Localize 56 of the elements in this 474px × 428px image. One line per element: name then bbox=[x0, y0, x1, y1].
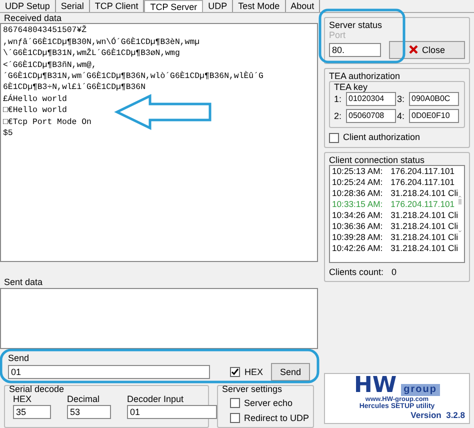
client-authorization-checkbox[interactable] bbox=[329, 132, 339, 143]
sent-data-area[interactable] bbox=[0, 288, 318, 349]
client-row[interactable]: 10:34:26 AM: 31.218.24.101 Cli bbox=[332, 210, 458, 222]
tab[interactable]: UDP Setup bbox=[0, 0, 56, 12]
hex-label: HEX bbox=[244, 366, 263, 378]
checkbox[interactable] bbox=[230, 412, 240, 423]
close-icon bbox=[408, 45, 418, 54]
received-data-area[interactable]: 867648043451507¥Ž ,wnƒâ´G6È1CDµ¶B30N,wn\Ó´G6È1CDµ¶B3èN,wmµ \´G6È1CDµ¶B31N,wmŽL´G6È1CDµ¶B3øN,wmg <´G6È1CDµ¶B3ñN,wm@, ´G6È1CDµ¶B31N,wm´G6È1CDµ¶B36N,wlò´G6È1CDµ¶B36N,wlÈû´G 6È1CDµ¶B3÷N,wl£ì´G6È1CDµ¶B36N £ÁHello world □€Hello world □€Tcp Port Mode On $5 bbox=[0, 23, 318, 262]
port-field[interactable]: 80. bbox=[329, 42, 381, 57]
close-button[interactable]: Close bbox=[389, 40, 465, 59]
client-row[interactable]: 10:25:13 AM: 176.204.117.101 bbox=[332, 166, 458, 178]
key-index: 4: bbox=[397, 111, 405, 122]
option-label: Server echo bbox=[244, 398, 293, 409]
key-field[interactable]: 01020304 bbox=[346, 92, 396, 106]
tea-authorization-label: TEA authorization bbox=[329, 70, 402, 82]
send-field[interactable]: 01 bbox=[8, 364, 210, 379]
client-row[interactable]: 10:39:28 AM: 31.218.24.101 Cli bbox=[332, 232, 458, 244]
client-list[interactable] bbox=[329, 165, 465, 264]
send-button[interactable]: Send bbox=[270, 362, 310, 381]
client-row[interactable]: 10:25:24 AM: 176.204.117.101 bbox=[332, 177, 458, 188]
key-field[interactable]: 0D0E0F10 bbox=[408, 109, 459, 124]
option-label: Redirect to UDP bbox=[244, 412, 310, 423]
send-label: Send bbox=[8, 352, 30, 363]
key-field[interactable]: 090A0B0C bbox=[408, 92, 459, 106]
client-connection-status-label: Client connection status bbox=[329, 154, 426, 166]
key-index: 3: bbox=[397, 94, 405, 105]
client-row[interactable]: 10:36:36 AM: 31.218.24.101 Cli bbox=[332, 221, 458, 232]
clients-count-label: Clients count: bbox=[329, 267, 384, 278]
field-label: Decoder Input bbox=[127, 394, 185, 405]
server-status-label: Server status bbox=[329, 20, 384, 30]
tab[interactable]: Test Mode bbox=[233, 0, 286, 12]
tab[interactable]: UDP bbox=[203, 0, 234, 12]
client-row[interactable]: 10:42:26 AM: 31.218.24.101 Cli bbox=[332, 243, 458, 254]
server-settings-label: Server settings bbox=[222, 384, 284, 394]
client-row[interactable]: 10:28:36 AM: 31.218.24.101 Cli bbox=[332, 188, 458, 200]
sent-data-label: Sent data bbox=[3, 277, 44, 288]
key-index: 2: bbox=[334, 111, 342, 122]
tab[interactable]: Serial bbox=[56, 0, 90, 12]
field-label: HEX bbox=[13, 394, 33, 405]
clients-count-value: 0 bbox=[392, 267, 397, 278]
decode-field[interactable]: 01 bbox=[127, 404, 217, 419]
tab[interactable]: TCP Server bbox=[144, 0, 204, 12]
tab[interactable]: About bbox=[286, 0, 320, 12]
key-index: 1: bbox=[334, 94, 342, 105]
client-row[interactable]: 10:33:15 AM: 176.204.117.101 bbox=[332, 199, 458, 210]
client-authorization-label: Client authorization bbox=[343, 132, 420, 143]
key-field[interactable]: 05060708 bbox=[346, 109, 396, 124]
checkbox[interactable] bbox=[230, 398, 240, 408]
port-label: Port bbox=[329, 30, 347, 41]
hex-checkbox[interactable] bbox=[230, 366, 240, 377]
tea-key-label: TEA key bbox=[334, 82, 369, 92]
received-data-label: Received data bbox=[3, 13, 63, 24]
decode-field[interactable]: 35 bbox=[13, 404, 51, 419]
serial-decode-label: Serial decode bbox=[9, 384, 66, 394]
field-label: Decimal bbox=[67, 394, 101, 405]
decode-field[interactable]: 53 bbox=[67, 404, 111, 419]
